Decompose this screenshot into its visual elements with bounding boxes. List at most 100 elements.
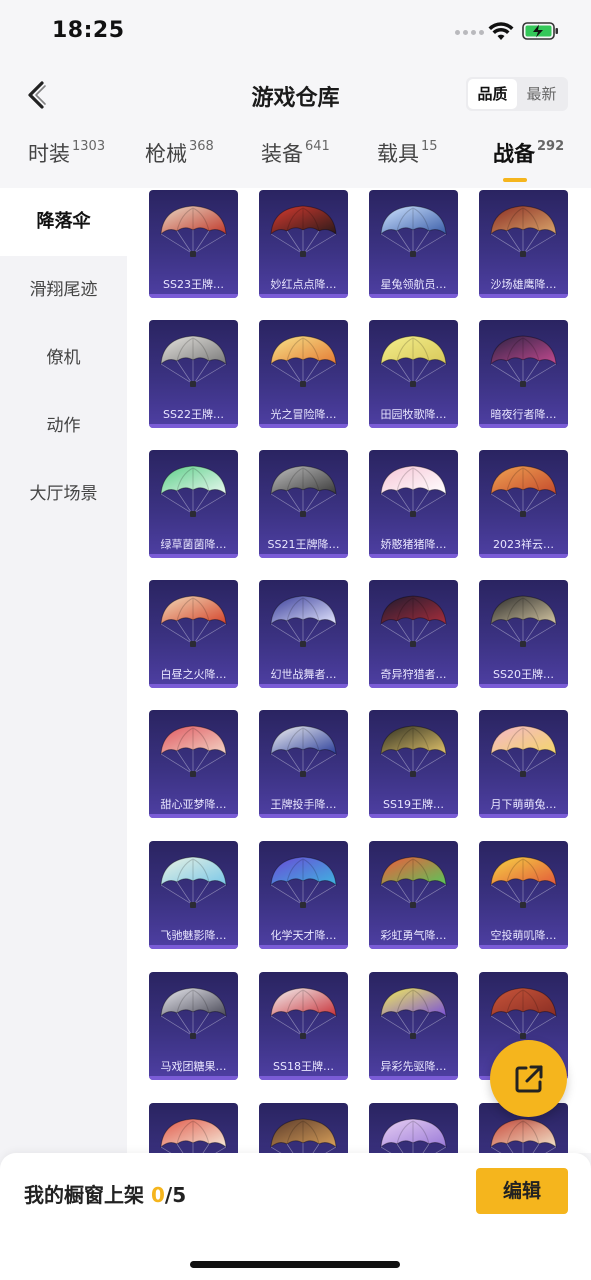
item-name: 幻世战舞者…	[270, 668, 337, 681]
parachute-icon	[270, 725, 337, 777]
parachute-item-card[interactable]: SS19王牌…	[369, 710, 458, 818]
item-name: 田园牧歌降…	[380, 408, 447, 421]
item-name: 白昼之火降…	[160, 668, 227, 681]
parachute-item-card[interactable]: 化学天才降…	[259, 841, 348, 949]
parachute-icon	[380, 1118, 447, 1153]
parachute-item-card[interactable]: 白昼之火降…	[149, 580, 238, 688]
parachute-item-card[interactable]: 光之冒险降…	[259, 320, 348, 428]
parachute-item-card[interactable]	[369, 1103, 458, 1153]
parachute-item-card[interactable]: 2023祥云…	[479, 450, 568, 558]
parachute-icon	[160, 595, 227, 647]
item-name: 王牌投手降…	[270, 798, 337, 811]
parachute-icon	[160, 1118, 227, 1153]
share-button[interactable]	[490, 1040, 567, 1117]
tab-equipment[interactable]: 装备 641	[261, 138, 330, 168]
parachute-item-card[interactable]: 娇憨猪猪降…	[369, 450, 458, 558]
edit-button[interactable]: 编辑	[476, 1168, 568, 1214]
tab-combat-gear[interactable]: 战备 292	[493, 138, 564, 168]
parachute-icon	[270, 465, 337, 517]
tab-label: 装备	[261, 142, 303, 166]
tab-count: 368	[189, 139, 214, 154]
sidebar: 降落伞 滑翔尾迹 僚机 动作 大厅场景	[0, 188, 127, 1280]
parachute-icon	[380, 856, 447, 908]
parachute-item-card[interactable]: 王牌投手降…	[259, 710, 348, 818]
parachute-item-card[interactable]: SS22王牌…	[149, 320, 238, 428]
tab-fashion[interactable]: 时装 1303	[28, 138, 105, 168]
parachute-icon	[380, 205, 447, 257]
tab-label: 枪械	[145, 142, 187, 166]
parachute-item-card[interactable]: SS23王牌…	[149, 190, 238, 298]
parachute-icon	[160, 335, 227, 387]
item-name: 马戏团糖果…	[160, 1060, 227, 1073]
parachute-item-card[interactable]: 奇异狩猎者…	[369, 580, 458, 688]
item-name: 绿草菌菌降…	[160, 538, 227, 551]
parachute-item-card[interactable]: 幻世战舞者…	[259, 580, 348, 688]
item-name: 异彩先驱降…	[380, 1060, 447, 1073]
parachute-icon	[270, 1118, 337, 1153]
tab-count: 15	[421, 139, 438, 154]
item-name: SS18王牌…	[273, 1060, 334, 1073]
tab-guns[interactable]: 枪械 368	[145, 138, 214, 168]
parachute-item-card[interactable]: 沙场雄鹰降…	[479, 190, 568, 298]
parachute-icon	[270, 595, 337, 647]
parachute-icon	[490, 335, 557, 387]
parachute-item-card[interactable]: 彩虹勇气降…	[369, 841, 458, 949]
parachute-item-card[interactable]: 妙红点点降…	[259, 190, 348, 298]
item-name: 奇异狩猎者…	[380, 668, 447, 681]
parachute-icon	[380, 465, 447, 517]
parachute-item-card[interactable]: SS20王牌…	[479, 580, 568, 688]
parachute-icon	[270, 987, 337, 1039]
tab-count: 1303	[72, 139, 106, 154]
parachute-item-card[interactable]: 星兔领航员…	[369, 190, 458, 298]
shelf-text: 我的橱窗上架	[24, 1183, 151, 1207]
item-name: 空投萌叽降…	[490, 929, 557, 942]
parachute-item-card[interactable]: 空投萌叽降…	[479, 841, 568, 949]
parachute-item-card[interactable]	[259, 1103, 348, 1153]
sidebar-item-wingman[interactable]: 僚机	[0, 324, 127, 392]
parachute-icon	[270, 205, 337, 257]
parachute-icon	[270, 335, 337, 387]
sidebar-item-glide-trail[interactable]: 滑翔尾迹	[0, 256, 127, 324]
item-name: 化学天才降…	[270, 929, 337, 942]
parachute-icon	[490, 856, 557, 908]
battery-charging-icon	[522, 22, 558, 40]
parachute-item-card[interactable]: 马戏团糖果…	[149, 972, 238, 1080]
item-name: 沙场雄鹰降…	[490, 278, 557, 291]
status-time: 18:25	[52, 18, 125, 43]
sidebar-item-parachute[interactable]: 降落伞	[0, 188, 127, 256]
sort-option-quality[interactable]: 品质	[468, 79, 517, 109]
parachute-item-card[interactable]: SS18王牌…	[259, 972, 348, 1080]
parachute-icon	[160, 205, 227, 257]
parachute-item-card[interactable]	[149, 1103, 238, 1153]
tab-vehicles[interactable]: 载具 15	[377, 138, 438, 168]
parachute-item-card[interactable]: SS21王牌降…	[259, 450, 348, 558]
active-tab-indicator	[503, 178, 527, 182]
parachute-icon	[270, 856, 337, 908]
sidebar-item-emote[interactable]: 动作	[0, 392, 127, 460]
tab-label: 时装	[28, 142, 70, 166]
item-name: 娇憨猪猪降…	[380, 538, 447, 551]
parachute-icon	[160, 987, 227, 1039]
parachute-item-card[interactable]: 暗夜行者降…	[479, 320, 568, 428]
parachute-item-card[interactable]: 月下萌萌兔…	[479, 710, 568, 818]
parachute-item-card[interactable]: 甜心亚梦降…	[149, 710, 238, 818]
item-name: 2023祥云…	[493, 538, 554, 551]
item-name: SS22王牌…	[163, 408, 224, 421]
parachute-item-card[interactable]: 飞驰魅影降…	[149, 841, 238, 949]
item-name: 甜心亚梦降…	[160, 798, 227, 811]
sort-option-newest[interactable]: 最新	[517, 79, 566, 109]
parachute-icon	[380, 595, 447, 647]
parachute-item-card[interactable]: 绿草菌菌降…	[149, 450, 238, 558]
parachute-icon	[490, 595, 557, 647]
item-name: 飞驰魅影降…	[160, 929, 227, 942]
parachute-item-card[interactable]: 田园牧歌降…	[369, 320, 458, 428]
item-grid: SS23王牌… 妙红点点降… 星兔领航员… 沙场雄鹰降… SS22王牌… 光之冒险降… 田园…	[127, 188, 591, 1153]
parachute-icon	[380, 335, 447, 387]
parachute-icon	[490, 465, 557, 517]
shelf-max-count: /5	[164, 1183, 187, 1207]
parachute-icon	[380, 987, 447, 1039]
parachute-item-card[interactable]: 异彩先驱降…	[369, 972, 458, 1080]
tab-count: 292	[537, 139, 565, 154]
parachute-icon	[490, 987, 557, 1039]
sidebar-item-lobby-scene[interactable]: 大厅场景	[0, 460, 127, 528]
